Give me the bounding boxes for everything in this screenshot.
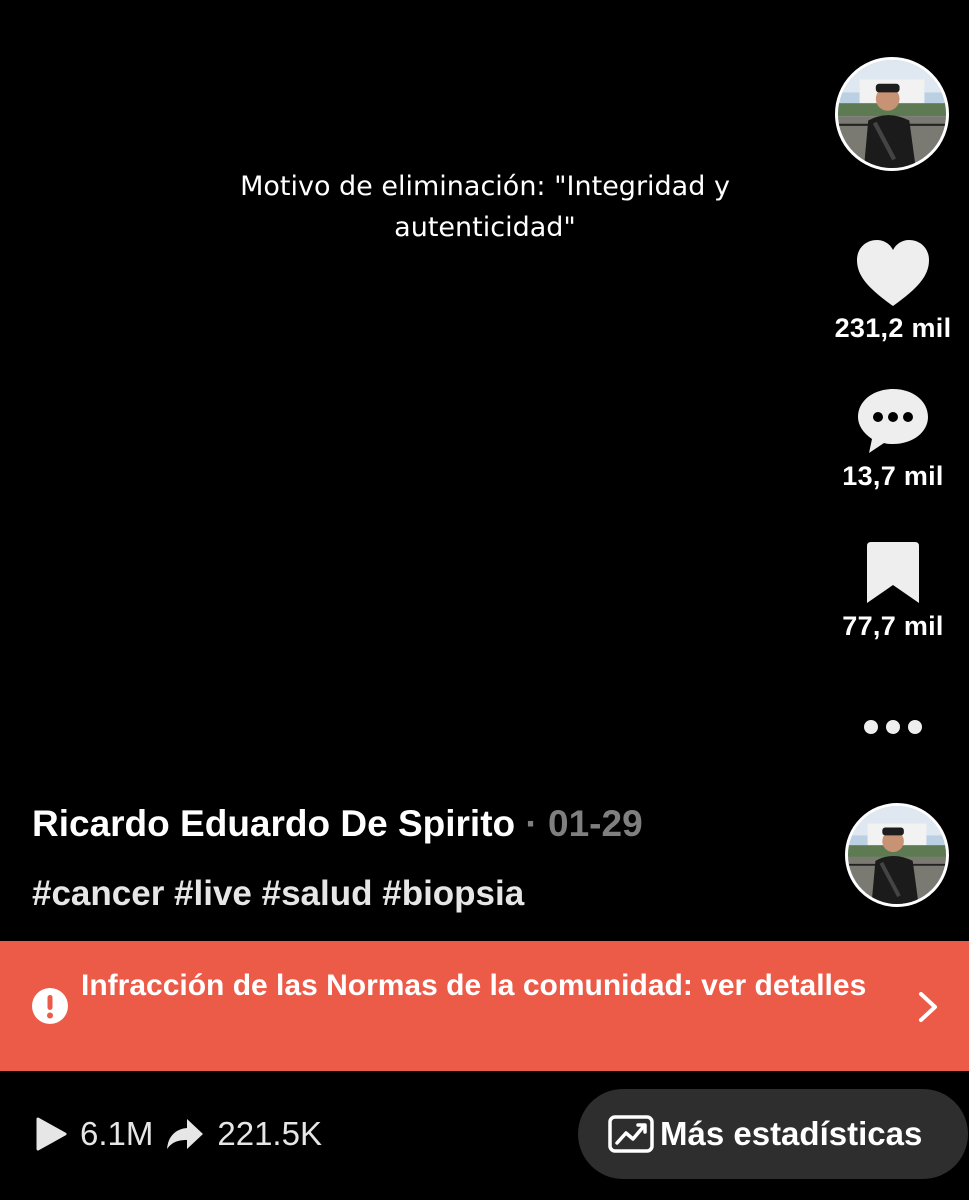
like-action[interactable]: 231,2 mil [818, 238, 968, 344]
creator-avatar[interactable] [835, 57, 949, 171]
post-date: 01-29 [548, 803, 643, 844]
comment-bubble-icon [858, 389, 928, 453]
favorite-count: 77,7 mil [842, 611, 944, 641]
play-icon [36, 1117, 67, 1151]
avatar-photo [838, 60, 946, 168]
alert-circle-icon [31, 987, 69, 1030]
analytics-chart-icon [608, 1115, 654, 1153]
date-separator: · [525, 803, 538, 844]
share-count: 221.5K [217, 1115, 322, 1152]
removal-reason-text: Motivo de eliminación: "Integridad y aut… [240, 171, 730, 243]
favorite-action[interactable]: 77,7 mil [818, 540, 968, 642]
like-count: 231,2 mil [834, 313, 952, 343]
view-count: 6.1M [80, 1115, 154, 1152]
comment-action[interactable]: 13,7 mil [818, 386, 968, 492]
avatar-photo [848, 806, 946, 904]
author-line: Ricardo Eduardo De Spirito · 01-29 [32, 800, 643, 848]
stats-row: 6.1M 221.5K [34, 1110, 334, 1158]
share-arrow-icon [167, 1119, 204, 1149]
creator-avatar-small[interactable] [845, 803, 949, 907]
more-dots-icon [864, 720, 922, 734]
violation-banner[interactable] [0, 941, 969, 1071]
more-stats-label: Más estadísticas [660, 1115, 923, 1152]
more-stats-button[interactable]: Más estadísticas [578, 1089, 968, 1179]
hashtags[interactable]: #cancer #live #salud #biopsia [32, 870, 524, 918]
chevron-right-icon[interactable] [916, 990, 940, 1029]
heart-icon [857, 240, 929, 306]
comment-count: 13,7 mil [842, 461, 944, 491]
more-options-button[interactable] [862, 716, 924, 743]
bookmark-icon [867, 542, 919, 603]
author-name[interactable]: Ricardo Eduardo De Spirito [32, 803, 515, 844]
violation-text[interactable]: Infracción de las Normas de la comunidad… [81, 966, 881, 1006]
